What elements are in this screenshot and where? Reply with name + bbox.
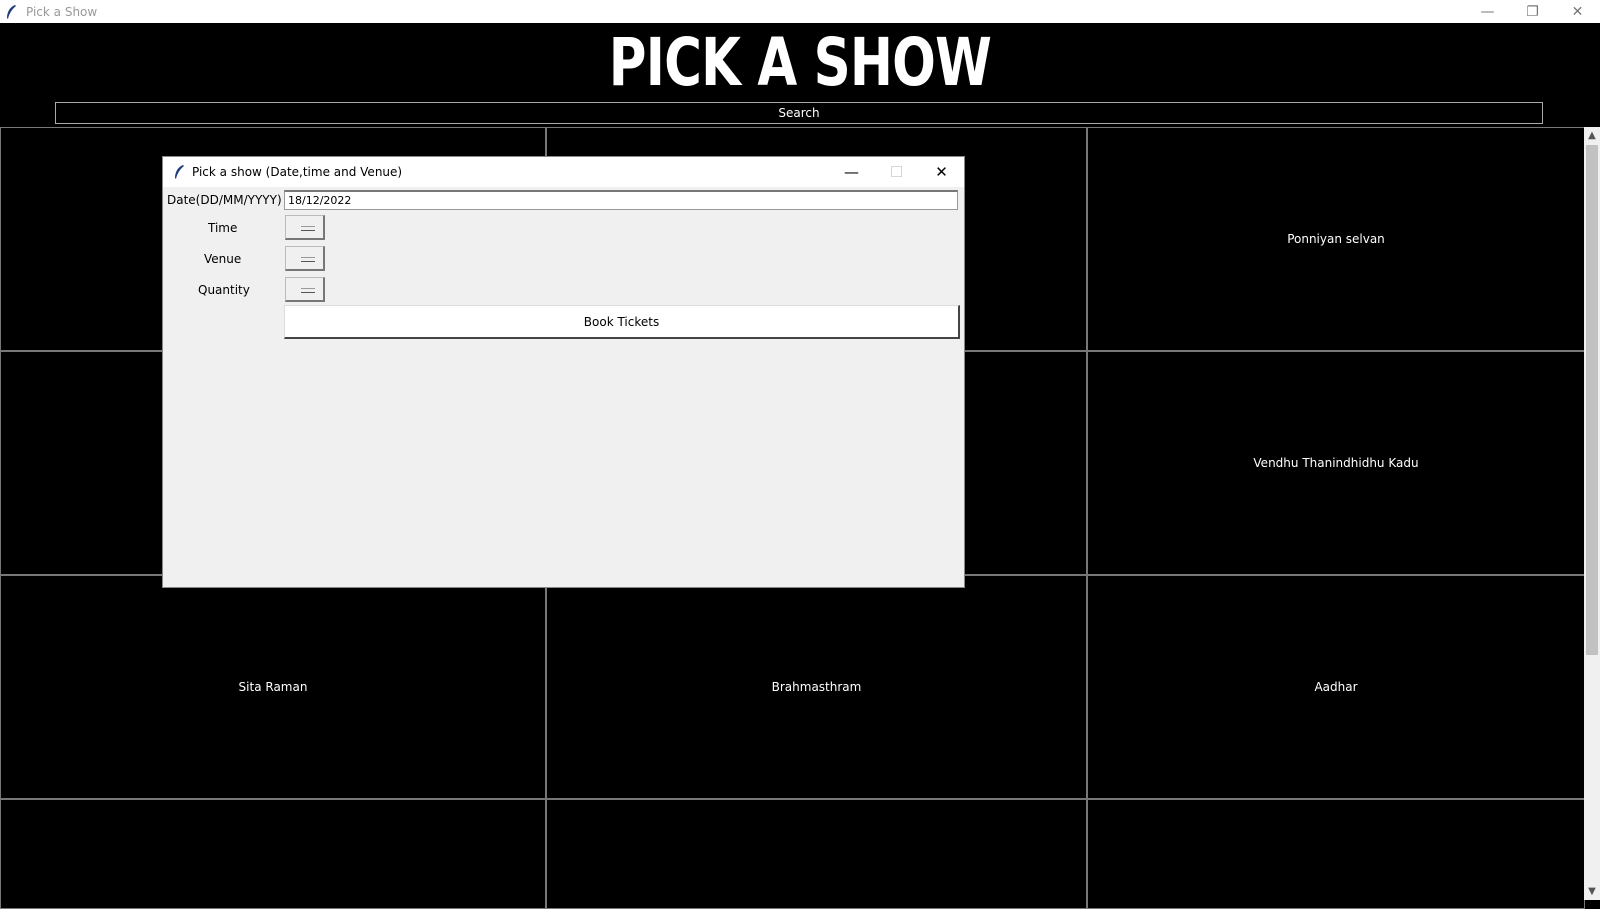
feather-app-icon [7, 4, 16, 19]
movie-tile[interactable]: Ponniyan selvan [1087, 127, 1585, 351]
movie-tile[interactable]: Brahmasthram [546, 575, 1087, 799]
scroll-up-arrow-icon[interactable]: ▲ [1584, 127, 1600, 144]
dialog-close-button[interactable]: ✕ [919, 157, 964, 187]
option-menu-indicator-icon [301, 288, 315, 293]
movie-tile[interactable] [0, 799, 546, 909]
movie-tile[interactable]: Sita Raman [0, 575, 546, 799]
venue-option-menu[interactable] [285, 246, 325, 271]
pick-show-dialog: Pick a show (Date,time and Venue) — ☐ ✕ … [163, 157, 964, 587]
restore-button[interactable]: ❐ [1510, 0, 1555, 23]
vertical-scrollbar[interactable]: ▲ ▼ [1584, 127, 1600, 900]
date-label: Date(DD/MM/YYYY) [167, 193, 282, 207]
dialog-titlebar[interactable]: Pick a show (Date,time and Venue) — ☐ ✕ [163, 157, 964, 187]
quantity-label: Quantity [198, 283, 250, 297]
close-button[interactable]: ✕ [1555, 0, 1600, 23]
time-option-menu[interactable] [285, 215, 325, 240]
main-window-title: Pick a Show [26, 4, 98, 19]
date-input[interactable]: 18/12/2022 [284, 190, 958, 210]
feather-app-icon [175, 165, 184, 179]
main-window-titlebar[interactable]: Pick a Show — ❐ ✕ [0, 0, 1600, 23]
search-button[interactable]: Search [55, 102, 1543, 124]
movie-tile[interactable]: Vendhu Thanindhidhu Kadu [1087, 351, 1585, 575]
dialog-maximize-button: ☐ [889, 163, 904, 181]
movie-tile[interactable] [546, 799, 1087, 909]
dialog-minimize-button[interactable]: — [829, 157, 874, 187]
minimize-button[interactable]: — [1465, 0, 1510, 23]
option-menu-indicator-icon [301, 257, 315, 262]
quantity-option-menu[interactable] [285, 277, 325, 302]
time-label: Time [208, 221, 238, 235]
venue-label: Venue [204, 252, 242, 266]
movie-tile[interactable] [1087, 799, 1585, 909]
option-menu-indicator-icon [301, 226, 315, 231]
app-heading: PICK A SHOW [608, 24, 992, 101]
dialog-title: Pick a show (Date,time and Venue) [192, 165, 403, 179]
scrollbar-thumb[interactable] [1586, 145, 1598, 655]
book-tickets-button[interactable]: Book Tickets [284, 305, 960, 339]
scroll-down-arrow-icon[interactable]: ▼ [1584, 883, 1600, 900]
movie-tile[interactable]: Aadhar [1087, 575, 1585, 799]
